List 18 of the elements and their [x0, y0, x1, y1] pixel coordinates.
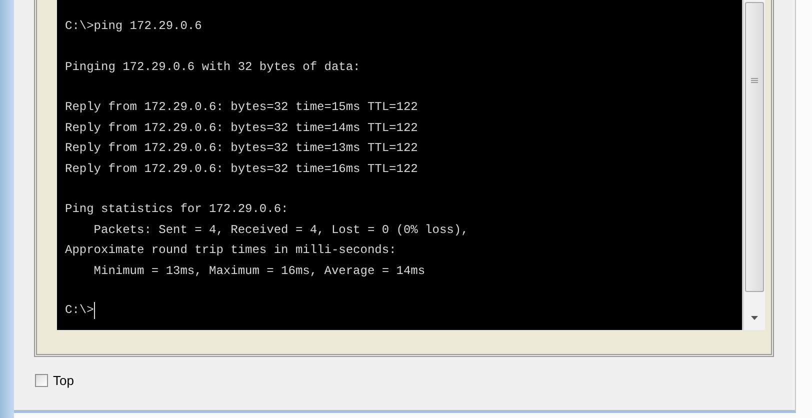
terminal-line: Pinging 172.29.0.6 with 32 bytes of data: [65, 58, 362, 76]
terminal-line: C:\>ping 172.29.0.6 [65, 18, 203, 35]
command-prompt[interactable]: C:\> [65, 300, 94, 320]
text-cursor [94, 302, 95, 319]
scrollbar-thumb[interactable] [745, 2, 764, 292]
terminal-line: Reply from 172.29.0.6: bytes=32 time=16ms TTL=122 [65, 160, 419, 178]
terminal-line: Ping statistics for 172.29.0.6: [65, 201, 290, 218]
top-checkbox[interactable] [35, 374, 48, 387]
checkbox-label: Top [53, 373, 74, 388]
terminal-line: Packets: Sent = 4, Received = 4, Lost = 0 (0% loss), [92, 222, 470, 238]
vertical-scrollbar[interactable] [743, 0, 765, 330]
scroll-down-icon[interactable] [751, 316, 758, 320]
terminal-line: Reply from 172.29.0.6: bytes=32 time=15ms TTL=122 [65, 99, 419, 116]
terminal-line: Minimum = 13ms, Maximum = 16ms, Average = 14ms [92, 262, 426, 280]
terminal-line: Reply from 172.29.0.6: bytes=32 time=14ms TTL=122 [65, 120, 419, 136]
grip-icon [751, 78, 758, 84]
terminal-line: Reply from 172.29.0.6: bytes=32 time=13ms TTL=122 [65, 140, 419, 157]
terminal-line: Approximate round trip times in milli-seconds: [65, 242, 398, 259]
